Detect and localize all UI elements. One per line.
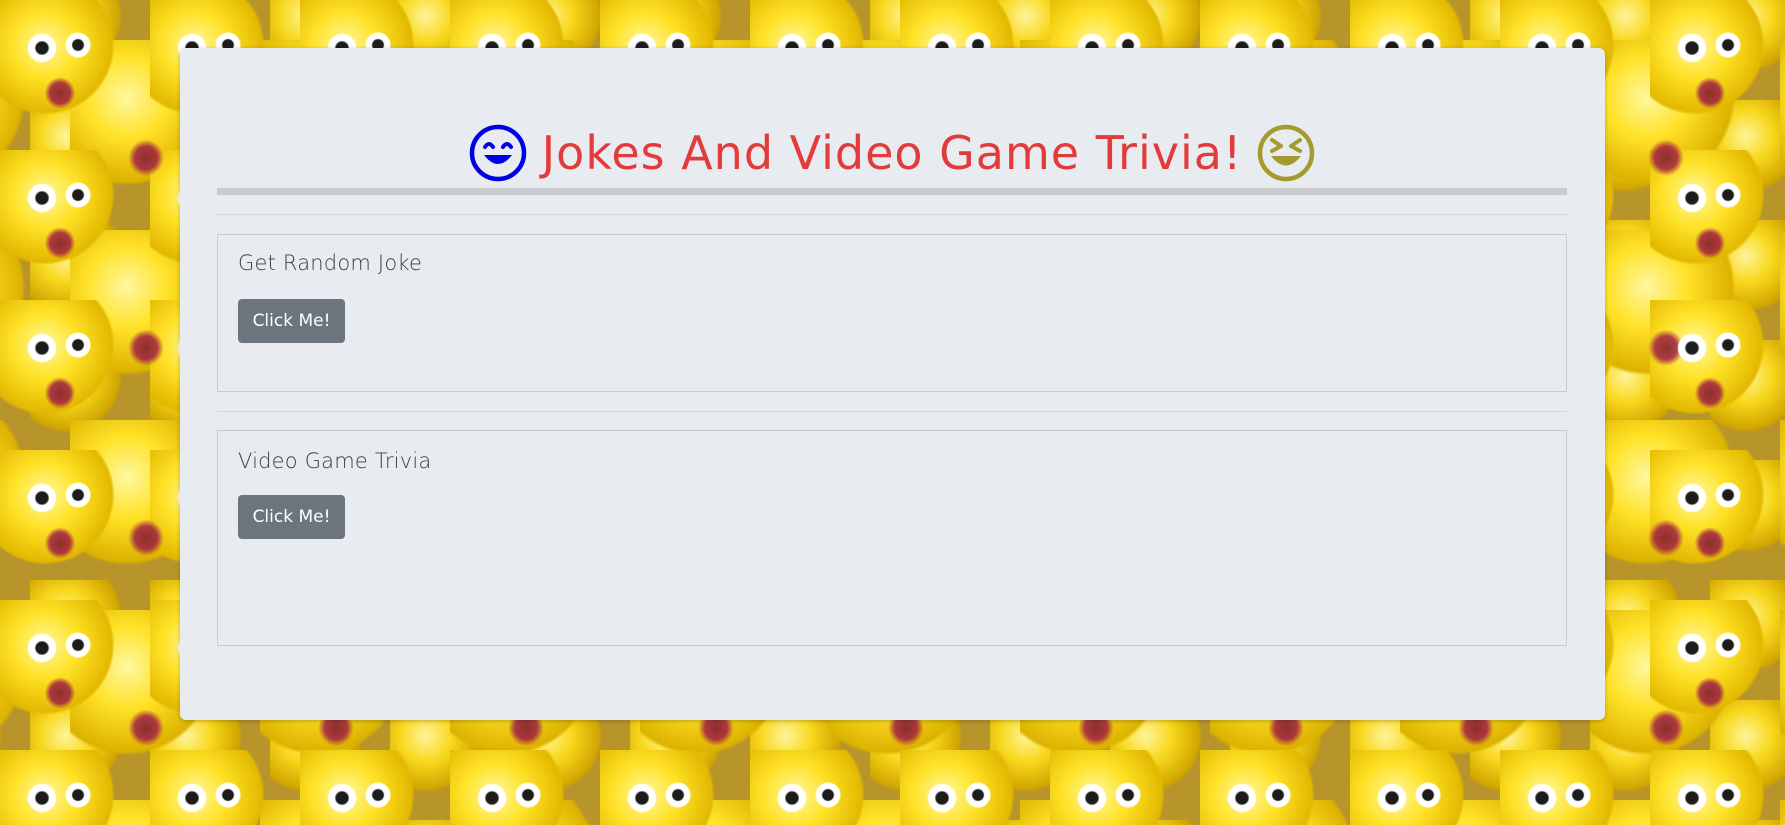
smiling-face-icon [469,124,526,182]
title-underline [217,188,1567,195]
page-header: Jokes And Video Game Trivia! [217,118,1567,188]
main-card: Jokes And Video Game Trivia! Get Random … [180,48,1605,720]
get-trivia-button[interactable]: Click Me! [238,495,345,539]
trivia-panel: Video Game Trivia Click Me! [217,430,1567,646]
trivia-section-title: Video Game Trivia [238,449,432,473]
divider [217,411,1567,412]
joke-panel: Get Random Joke Click Me! [217,234,1567,392]
get-joke-button[interactable]: Click Me! [238,299,345,343]
joke-section-title: Get Random Joke [238,251,423,275]
divider [217,214,1567,215]
grinning-squinting-face-icon [1258,124,1315,182]
page-title: Jokes And Video Game Trivia! [541,126,1243,180]
